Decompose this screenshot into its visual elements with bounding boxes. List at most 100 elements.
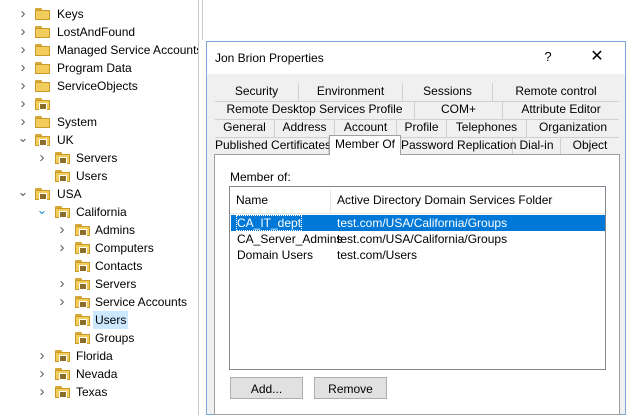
- chevron-right-icon[interactable]: [17, 23, 29, 41]
- tab-attribute-editor[interactable]: Attribute Editor: [503, 101, 619, 119]
- chevron-down-icon[interactable]: [17, 131, 29, 149]
- member-of-panel: Member of: Name Active Directory Domain …: [214, 154, 620, 415]
- chevron-right-icon[interactable]: [56, 293, 68, 311]
- tree-item-managed-service-accounts[interactable]: Managed Service Accounts: [0, 41, 198, 59]
- tree-item-serviceobjects[interactable]: ServiceObjects: [0, 77, 198, 95]
- tree-item-label: Computers: [95, 241, 154, 255]
- chevron-right-icon[interactable]: [56, 239, 68, 257]
- chevron-right-icon[interactable]: [36, 383, 48, 401]
- tree-item-service-accounts[interactable]: Service Accounts: [0, 293, 198, 311]
- tree-item-label: Servers: [95, 277, 137, 291]
- ou-folder-icon: [35, 98, 50, 110]
- tree-item-computers[interactable]: Computers: [0, 239, 198, 257]
- tab-telephones[interactable]: Telephones: [447, 119, 527, 137]
- tree-item-groups[interactable]: Groups: [0, 329, 198, 347]
- tree-item-label: UK: [57, 133, 74, 147]
- chevron-right-icon[interactable]: [17, 95, 29, 113]
- tab-object[interactable]: Object: [561, 137, 619, 155]
- group-folder: test.com/USA/California/Groups: [337, 232, 508, 246]
- tree-item-label: Managed Service Accounts: [57, 43, 198, 57]
- tab-organization[interactable]: Organization: [527, 119, 619, 137]
- add-button[interactable]: Add...: [230, 377, 303, 399]
- group-name: CA_Server_Admins: [237, 231, 342, 247]
- chevron-right-icon[interactable]: [17, 77, 29, 95]
- member-of-list[interactable]: Name Active Directory Domain Services Fo…: [229, 186, 606, 370]
- ou-folder-icon: [55, 152, 70, 164]
- tree-item-uk-servers[interactable]: Servers: [0, 149, 198, 167]
- list-item[interactable]: CA_Server_Admins test.com/USA/California…: [231, 231, 605, 247]
- list-item[interactable]: CA_IT_dept test.com/USA/California/Group…: [231, 215, 605, 231]
- tree-item-uk[interactable]: UK: [0, 131, 198, 149]
- tab-general[interactable]: General: [215, 119, 275, 137]
- chevron-right-icon[interactable]: [36, 347, 48, 365]
- column-header-folder[interactable]: Active Directory Domain Services Folder: [331, 187, 605, 214]
- list-item[interactable]: Domain Users test.com/Users: [231, 247, 605, 263]
- chevron-down-icon[interactable]: [17, 185, 29, 203]
- ou-folder-icon: [55, 206, 70, 218]
- tree-item-label: Program Data: [57, 61, 132, 75]
- group-name-text: Domain Users: [237, 248, 314, 262]
- chevron-right-icon[interactable]: [56, 275, 68, 293]
- ou-folder-icon: [55, 350, 70, 362]
- tab-environment[interactable]: Environment: [299, 83, 403, 101]
- ou-folder-icon: [75, 332, 90, 344]
- ou-folder-icon: [75, 260, 90, 272]
- pane-divider[interactable]: [198, 0, 199, 415]
- tree-item-label: LostAndFound: [57, 25, 136, 39]
- tree-item-lostandfound[interactable]: LostAndFound: [0, 23, 198, 41]
- chevron-right-icon[interactable]: [17, 113, 29, 131]
- tab-sessions[interactable]: Sessions: [403, 83, 493, 101]
- chevron-right-icon[interactable]: [17, 5, 29, 23]
- group-folder: test.com/Users: [337, 248, 418, 262]
- tree-item-keys[interactable]: Keys: [0, 5, 198, 23]
- group-name-text: CA_Server_Admins: [237, 232, 343, 246]
- tree-item-florida[interactable]: Florida: [0, 347, 198, 365]
- close-button[interactable]: ✕: [584, 46, 610, 68]
- tab-security[interactable]: Security: [215, 83, 299, 101]
- tab-address[interactable]: Address: [275, 119, 335, 137]
- tree-item-uk-users[interactable]: Users: [0, 167, 198, 185]
- chevron-right-icon[interactable]: [36, 149, 48, 167]
- chevron-right-icon[interactable]: [56, 221, 68, 239]
- chevron-right-icon[interactable]: [17, 59, 29, 77]
- tree-item-system[interactable]: System: [0, 113, 198, 131]
- folder-icon: [35, 44, 50, 56]
- tree-item-nevada[interactable]: Nevada: [0, 365, 198, 383]
- properties-dialog: Jon Brion Properties ? ✕ Security Enviro…: [206, 41, 626, 415]
- folder-icon: [35, 80, 50, 92]
- folder-icon: [35, 62, 50, 74]
- tree-item-label: Nevada: [76, 367, 118, 381]
- tree-item-ca-users[interactable]: Users: [0, 311, 198, 329]
- tree-item-program-data[interactable]: Program Data: [0, 59, 198, 77]
- ou-folder-icon: [75, 224, 90, 236]
- tree-item-texas[interactable]: Texas: [0, 383, 198, 401]
- tree-item-label: Users: [76, 169, 108, 183]
- tree-item-admins[interactable]: Admins: [0, 221, 198, 239]
- folder-icon: [35, 26, 50, 38]
- tab-published-certificates[interactable]: Published Certificates: [215, 137, 331, 155]
- tab-com-plus[interactable]: COM+: [415, 101, 503, 119]
- tree-item-california[interactable]: California: [0, 203, 198, 221]
- dialog-titlebar[interactable]: Jon Brion Properties ? ✕: [207, 42, 625, 74]
- ou-folder-icon: [55, 386, 70, 398]
- tab-profile[interactable]: Profile: [397, 119, 447, 137]
- tab-remote-desktop-services-profile[interactable]: Remote Desktop Services Profile: [215, 101, 415, 119]
- tree-item-label: Admins: [95, 223, 136, 237]
- tree-item-ca-servers[interactable]: Servers: [0, 275, 198, 293]
- remove-button[interactable]: Remove: [314, 377, 387, 399]
- tab-remote-control[interactable]: Remote control: [493, 83, 619, 101]
- chevron-right-icon[interactable]: [36, 365, 48, 383]
- tab-password-replication[interactable]: Password Replication: [401, 137, 516, 155]
- help-button[interactable]: ?: [538, 49, 558, 67]
- tree-item-unnamed-ou[interactable]: [0, 95, 198, 113]
- group-folder: test.com/USA/California/Groups: [337, 216, 508, 230]
- column-header-name[interactable]: Name: [230, 187, 330, 214]
- member-of-label: Member of:: [230, 170, 291, 184]
- tree-item-usa[interactable]: USA: [0, 185, 198, 203]
- chevron-down-icon[interactable]: [36, 203, 48, 221]
- chevron-right-icon[interactable]: [17, 41, 29, 59]
- tab-dial-in[interactable]: Dial-in: [513, 137, 561, 155]
- tree-item-contacts[interactable]: Contacts: [0, 257, 198, 275]
- ou-folder-icon: [75, 278, 90, 290]
- tab-member-of[interactable]: Member Of: [329, 135, 401, 155]
